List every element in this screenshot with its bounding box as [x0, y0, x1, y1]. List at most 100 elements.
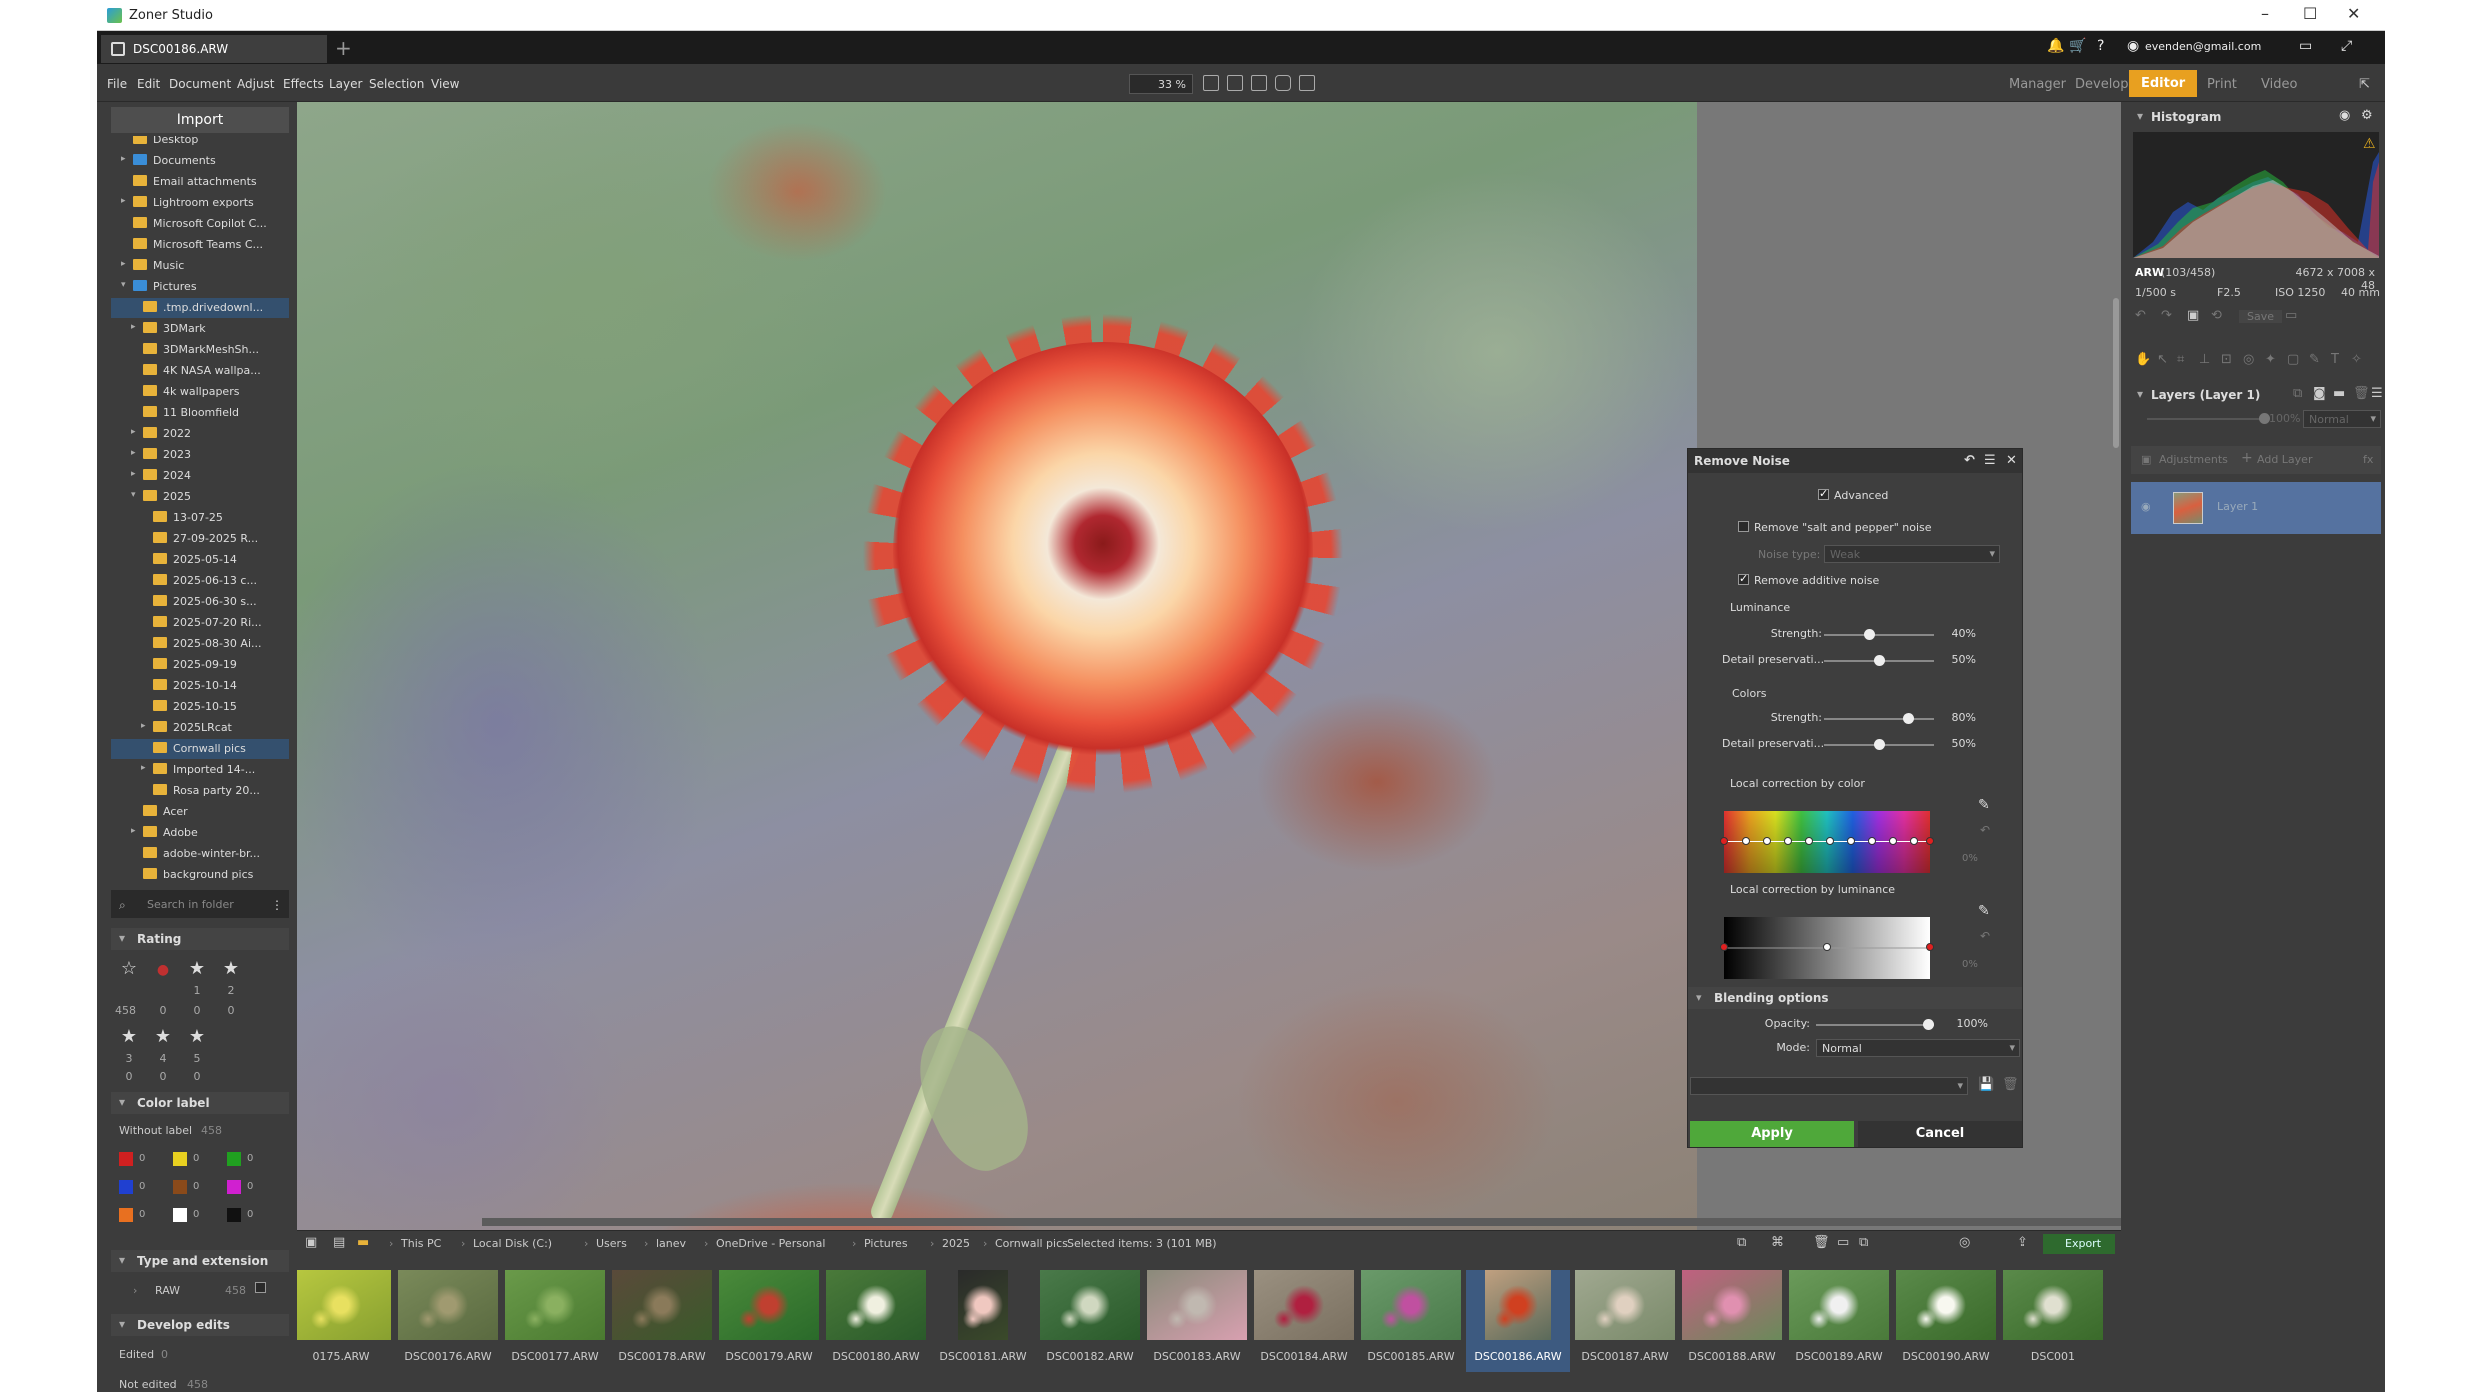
curve-point[interactable]	[1805, 837, 1813, 845]
tree-item[interactable]: ▸ 2023	[111, 445, 289, 465]
star-1-icon[interactable]: ★	[187, 958, 207, 979]
fit-icon[interactable]	[1203, 75, 1219, 91]
settings-icon[interactable]: ⚙	[2361, 108, 2373, 123]
lum-strength-slider[interactable]	[1824, 629, 1934, 640]
blend-mode-select[interactable]: Normal	[1816, 1039, 2020, 1057]
expand-arrow-icon[interactable]: ▸	[131, 469, 136, 479]
new-folder-icon[interactable]: ▤	[333, 1235, 345, 1250]
tree-item[interactable]: ▸ Imported 14-...	[111, 760, 289, 780]
color-swatch[interactable]	[227, 1180, 241, 1194]
thumbnail[interactable]: DSC00187.ARW	[1573, 1270, 1677, 1372]
thumbnail[interactable]: DSC00189.ARW	[1787, 1270, 1891, 1372]
color-label-section[interactable]: Color label	[111, 1092, 289, 1114]
mode-editor[interactable]: Editor	[2129, 70, 2198, 97]
color-swatch[interactable]	[119, 1180, 133, 1194]
noise-type-select[interactable]: Weak	[1824, 545, 2000, 563]
raw-filter[interactable]: RAW	[155, 1284, 180, 1297]
layer-row[interactable]: ◉ Layer 1	[2131, 482, 2381, 534]
tree-item[interactable]: 2025-10-15	[111, 697, 289, 717]
tree-item[interactable]: 2025-05-14	[111, 550, 289, 570]
develop-section[interactable]: Develop edits	[111, 1314, 289, 1336]
tree-item[interactable]: ▸ Lightroom exports	[111, 193, 289, 213]
clone-tool-icon[interactable]: ✦	[2265, 352, 2276, 367]
duplicate-layer-icon[interactable]: ⧉	[2293, 386, 2302, 401]
thumbnail[interactable]: DSC00185.ARW	[1359, 1270, 1463, 1372]
tree-item[interactable]: ▸ 2025LRcat	[111, 718, 289, 738]
eye-tool-icon[interactable]: ◎	[2243, 352, 2254, 367]
preset-select[interactable]	[1690, 1077, 1968, 1095]
thumbnail[interactable]: DSC00176.ARW	[396, 1270, 500, 1372]
image-icon[interactable]: ▣	[2187, 308, 2199, 323]
layers-menu-icon[interactable]: ☰	[2371, 386, 2383, 401]
tree-item[interactable]: 2025-07-20 Ri...	[111, 613, 289, 633]
save-button[interactable]: Save	[2239, 310, 2283, 323]
vertical-scrollbar[interactable]	[2113, 298, 2119, 448]
delete-layer-icon[interactable]: 🗑	[2353, 386, 2370, 401]
tree-item[interactable]: ▸ 2024	[111, 466, 289, 486]
delete-icon[interactable]: 🗑	[1813, 1235, 1830, 1250]
straighten-tool-icon[interactable]: ⊥	[2199, 352, 2210, 367]
thumbnail[interactable]: DSC00183.ARW	[1145, 1270, 1249, 1372]
additive-checkbox[interactable]	[1738, 572, 1749, 585]
effect-tool-icon[interactable]: ✧	[2351, 352, 2362, 367]
expand-arrow-icon[interactable]: ▸	[131, 322, 136, 332]
curve-point[interactable]	[1847, 837, 1855, 845]
mode-print[interactable]: Print	[2207, 77, 2237, 92]
tree-item[interactable]: ▸ Documents	[111, 151, 289, 171]
thumbnail[interactable]: DSC00182.ARW	[1038, 1270, 1142, 1372]
more-icon[interactable]: ⋮	[271, 898, 283, 912]
menu-layer[interactable]: Layer	[329, 77, 362, 91]
menu-adjust[interactable]: Adjust	[237, 77, 275, 91]
breadcrumb-item[interactable]: 2025	[942, 1237, 970, 1250]
col-strength-slider[interactable]	[1824, 713, 1934, 724]
frame-tool-icon[interactable]: ▢	[2287, 352, 2299, 367]
rotate-icon[interactable]: ⟲	[2211, 308, 2222, 323]
transform-tool-icon[interactable]: ⊡	[2221, 352, 2232, 367]
eyedropper-icon[interactable]: ✎	[1978, 797, 1990, 813]
tree-item[interactable]: 2025-08-30 Ai...	[111, 634, 289, 654]
tree-item[interactable]: background pics	[111, 865, 289, 885]
expand-arrow-icon[interactable]: ▾	[121, 280, 126, 290]
adjustments-icon[interactable]: ▣	[2141, 453, 2151, 466]
lum-detail-slider[interactable]	[1824, 655, 1934, 666]
user-email[interactable]: evenden@gmail.com	[2145, 40, 2261, 53]
not-edited-filter[interactable]: Not edited	[119, 1378, 177, 1391]
tree-item[interactable]: ▸ Adobe	[111, 823, 289, 843]
curve-point[interactable]	[1720, 837, 1728, 845]
minimize-icon[interactable]: –	[2261, 4, 2269, 23]
tree-item[interactable]: Email attachments	[111, 172, 289, 192]
tree-item[interactable]: ▾ Pictures	[111, 277, 289, 297]
curve-point[interactable]	[1742, 837, 1750, 845]
color-swatch[interactable]	[173, 1152, 187, 1166]
thumbnail[interactable]: DSC00186.ARW	[1466, 1270, 1570, 1372]
breadcrumb-item[interactable]: OneDrive - Personal	[716, 1237, 825, 1250]
type-section[interactable]: Type and extension	[111, 1250, 289, 1272]
external-icon[interactable]: ⇱	[2359, 77, 2370, 92]
monitor-icon[interactable]: ▭	[2299, 38, 2312, 54]
tree-item[interactable]: Microsoft Teams C...	[111, 235, 289, 255]
save-preset-icon[interactable]: 💾	[1978, 1077, 1994, 1092]
actual-size-icon[interactable]	[1251, 75, 1267, 91]
fx-button[interactable]: fx	[2363, 453, 2373, 466]
breadcrumb-item[interactable]: Cornwall pics	[995, 1237, 1068, 1250]
tree-item[interactable]: 11 Bloomfield	[111, 403, 289, 423]
thumbnail[interactable]: DSC00178.ARW	[610, 1270, 714, 1372]
expand-arrow-icon[interactable]: ▸	[131, 427, 136, 437]
menu-document[interactable]: Document	[169, 77, 231, 91]
thumbnail[interactable]: DSC00180.ARW	[824, 1270, 928, 1372]
undo-icon[interactable]: ↶	[1964, 453, 1975, 468]
tree-item[interactable]: 27-09-2025 R...	[111, 529, 289, 549]
color-swatch[interactable]	[227, 1208, 241, 1222]
folder-icon[interactable]: ▬	[2333, 386, 2345, 401]
tree-item[interactable]: 3DMarkMeshSh...	[111, 340, 289, 360]
curve-point[interactable]	[1720, 943, 1728, 951]
salt-pepper-checkbox[interactable]	[1738, 521, 1749, 532]
tree-item[interactable]: 2025-10-14	[111, 676, 289, 696]
layer-mode-select[interactable]: Normal	[2303, 410, 2381, 428]
delete-preset-icon[interactable]: 🗑	[2002, 1077, 2019, 1092]
thumbnail[interactable]: DSC00190.ARW	[1894, 1270, 1998, 1372]
menu-file[interactable]: File	[107, 77, 127, 91]
document-tab[interactable]: DSC00186.ARW	[101, 35, 327, 63]
opacity-slider[interactable]	[1816, 1019, 1934, 1030]
expand-arrow-icon[interactable]: ▸	[121, 259, 126, 269]
